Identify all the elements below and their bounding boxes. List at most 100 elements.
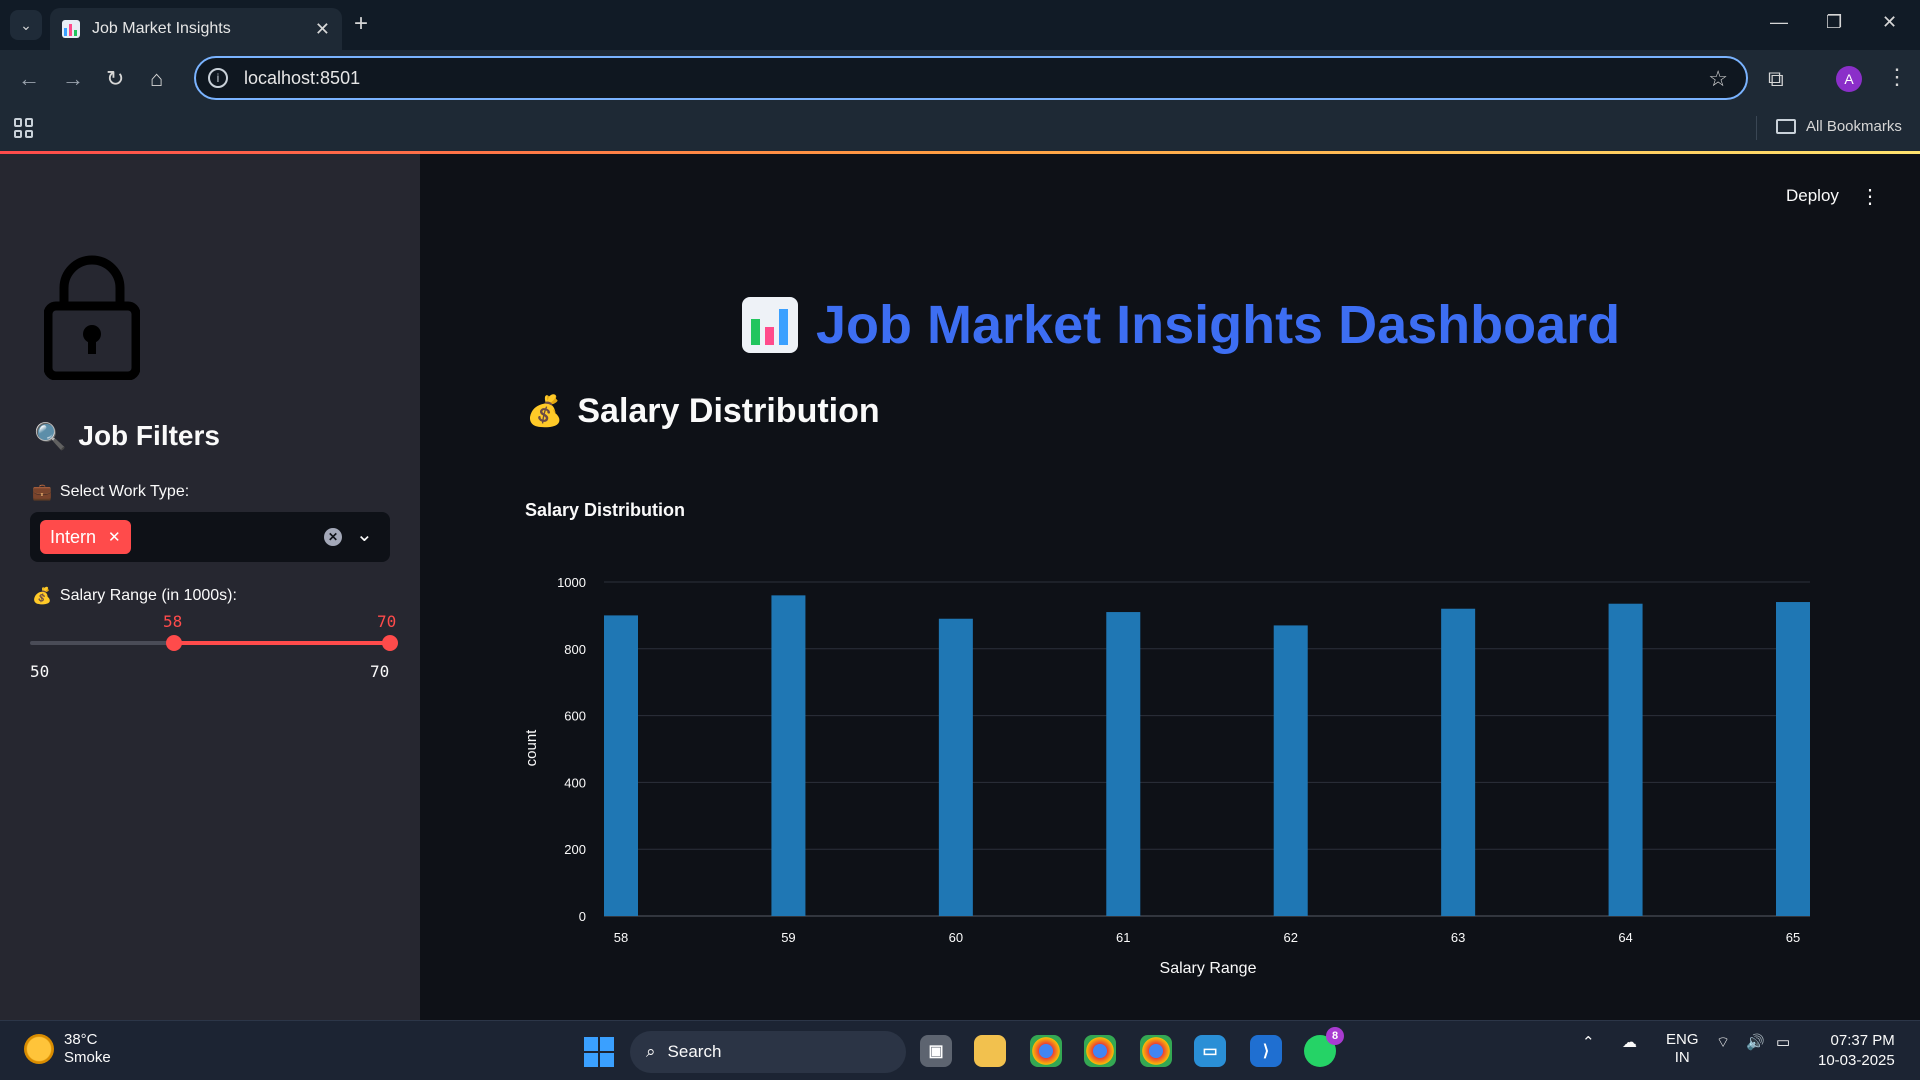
language-line-1: ENG [1666, 1031, 1699, 1048]
vscode-icon[interactable]: ⟩ [1250, 1035, 1282, 1067]
battery-icon[interactable]: ▭ [1776, 1033, 1790, 1051]
bar-chart-icon [742, 297, 798, 353]
language-line-2: IN [1674, 1049, 1690, 1066]
chart-bar-65[interactable] [1776, 602, 1810, 916]
salary-slider-low-thumb[interactable] [166, 635, 182, 651]
chart-x-tick-label: 58 [614, 930, 628, 945]
new-tab-button[interactable]: + [354, 10, 368, 38]
chevron-down-icon[interactable]: ⌄ [356, 522, 373, 547]
address-bar[interactable]: i localhost:8501 ☆ [194, 56, 1748, 100]
sidebar: 🔍 Job Filters 💼 Select Work Type: Intern… [0, 154, 420, 1020]
chart-x-axis-label: Salary Range [1160, 960, 1257, 977]
chart-bar-64[interactable] [1608, 603, 1643, 916]
reload-icon[interactable]: ↻ [106, 66, 124, 92]
bookmarks-bar: All Bookmarks [0, 106, 1920, 152]
all-bookmarks-label: All Bookmarks [1806, 118, 1902, 135]
task-view-icon[interactable]: ▣ [920, 1035, 952, 1067]
work-type-chip-label: Intern [50, 526, 97, 547]
salary-distribution-chart: 0 200 400 600 800 1000 58 59 60 61 62 63 64 65 count… [523, 575, 1810, 977]
restore-icon[interactable]: ❐ [1826, 12, 1842, 33]
sidebar-title: 🔍 Job Filters [34, 420, 220, 452]
main-menu-icon[interactable]: ⋮ [1860, 184, 1880, 209]
volume-icon[interactable]: 🔊 [1746, 1033, 1765, 1051]
salary-slider-high-thumb[interactable] [382, 635, 398, 651]
minimize-icon[interactable]: — [1770, 12, 1788, 33]
chart-bar-58[interactable] [604, 615, 638, 916]
forward-arrow-icon[interactable]: → [62, 66, 84, 92]
chart-bar-63[interactable] [1441, 608, 1476, 916]
chrome-icon[interactable] [1030, 1035, 1062, 1067]
briefcase-icon: 💼 [32, 484, 52, 501]
chart-title: Salary Distribution [525, 500, 686, 520]
chart-bar-62[interactable] [1273, 625, 1308, 916]
chart-favicon-icon [62, 20, 80, 38]
section-heading-text: Salary Distribution [577, 392, 880, 430]
apps-grid-icon[interactable] [14, 118, 34, 138]
work-type-chip[interactable]: Intern ✕ [40, 520, 131, 554]
chart-bar-60[interactable] [938, 618, 973, 916]
salary-range-label-text: Salary Range (in 1000s): [59, 587, 237, 604]
browser-tabbar: ⌄ Job Market Insights ✕ + — ❐ ✕ [0, 0, 1920, 50]
taskbar-search[interactable]: ⌕ Search [630, 1031, 906, 1073]
chrome-profile-icon[interactable] [1084, 1035, 1116, 1067]
chart-bar-59[interactable] [771, 595, 806, 916]
money-bag-icon: 💰 [32, 588, 52, 605]
slider-low-value: 58 [163, 612, 183, 631]
browser-toolbar: ← → ↻ ⌂ i localhost:8501 ☆ [0, 50, 1920, 106]
extensions-icon[interactable]: ⧉ [1768, 66, 1784, 92]
slider-min-label: 50 [30, 662, 50, 681]
chip-remove-icon[interactable]: ✕ [108, 528, 121, 546]
home-icon[interactable]: ⌂ [150, 66, 163, 92]
windows-start-icon[interactable] [584, 1037, 614, 1067]
tray-chevron-icon[interactable]: ⌃ [1582, 1033, 1595, 1051]
slider-high-value: 70 [377, 612, 397, 631]
chart-x-tick-label: 62 [1283, 930, 1297, 945]
chart-y-tick-label: 600 [564, 709, 586, 724]
page-title: Job Market Insights Dashboard [742, 294, 1620, 356]
chart-x-tick-label: 64 [1618, 930, 1632, 945]
language-indicator[interactable]: ENG IN [1666, 1031, 1699, 1067]
back-arrow-icon[interactable]: ← [18, 66, 40, 92]
chart-x-tick-label: 63 [1451, 930, 1465, 945]
weather-icon [24, 1034, 54, 1064]
chart-bar-61[interactable] [1106, 612, 1141, 916]
all-bookmarks-button[interactable]: All Bookmarks [1776, 118, 1902, 135]
system-clock[interactable]: 07:37 PM 10-03-2025 [1818, 1031, 1895, 1071]
file-explorer-icon[interactable] [974, 1035, 1006, 1067]
windows-taskbar: 38°C Smoke ⌕ Search ▣ ▭ ⟩ 8 ⌃ ☁ ENG IN ⌔… [0, 1020, 1920, 1080]
chart-x-tick-label: 65 [1786, 930, 1800, 945]
star-icon[interactable]: ☆ [1708, 66, 1728, 92]
whatsapp-badge: 8 [1326, 1027, 1344, 1045]
search-icon: ⌕ [646, 1042, 656, 1061]
window-close-icon[interactable]: ✕ [1882, 12, 1897, 33]
weather-condition: Smoke [64, 1049, 111, 1066]
remote-desktop-icon[interactable]: ▭ [1194, 1035, 1226, 1067]
tab-search-button[interactable]: ⌄ [10, 10, 42, 40]
sidebar-title-text: Job Filters [78, 420, 220, 451]
chrome-profile-2-icon[interactable] [1140, 1035, 1172, 1067]
chart-x-tick-label: 59 [781, 930, 795, 945]
chart-y-tick-label: 800 [564, 642, 586, 657]
deploy-button[interactable]: Deploy [1786, 186, 1839, 206]
lock-icon [44, 255, 140, 380]
chevron-down-icon: ⌄ [20, 16, 32, 33]
whatsapp-icon[interactable]: 8 [1304, 1027, 1344, 1067]
browser-menu-icon[interactable]: ⋮ [1886, 64, 1908, 90]
clear-selection-icon[interactable]: ✕ [324, 528, 342, 546]
work-type-multiselect[interactable]: Intern ✕ ✕ ⌄ [30, 512, 390, 562]
salary-slider-fill [174, 641, 390, 645]
chart-y-ticks: 0 200 400 600 800 1000 [557, 575, 586, 924]
close-icon[interactable]: ✕ [315, 19, 330, 40]
onedrive-icon[interactable]: ☁ [1622, 1033, 1637, 1051]
site-info-icon[interactable]: i [208, 68, 228, 88]
slider-max-label: 70 [370, 662, 390, 681]
clock-time: 07:37 PM [1830, 1032, 1895, 1049]
weather-widget[interactable]: 38°C Smoke [24, 1031, 111, 1067]
avatar[interactable]: A [1836, 66, 1862, 92]
browser-tab[interactable]: Job Market Insights ✕ [50, 8, 342, 50]
page-title-text: Job Market Insights Dashboard [816, 295, 1621, 355]
taskbar-search-label: Search [667, 1042, 722, 1061]
chart-x-tick-label: 61 [1116, 930, 1130, 945]
chart-bars [604, 595, 1810, 916]
wifi-icon[interactable]: ⌔ [1716, 1033, 1730, 1052]
